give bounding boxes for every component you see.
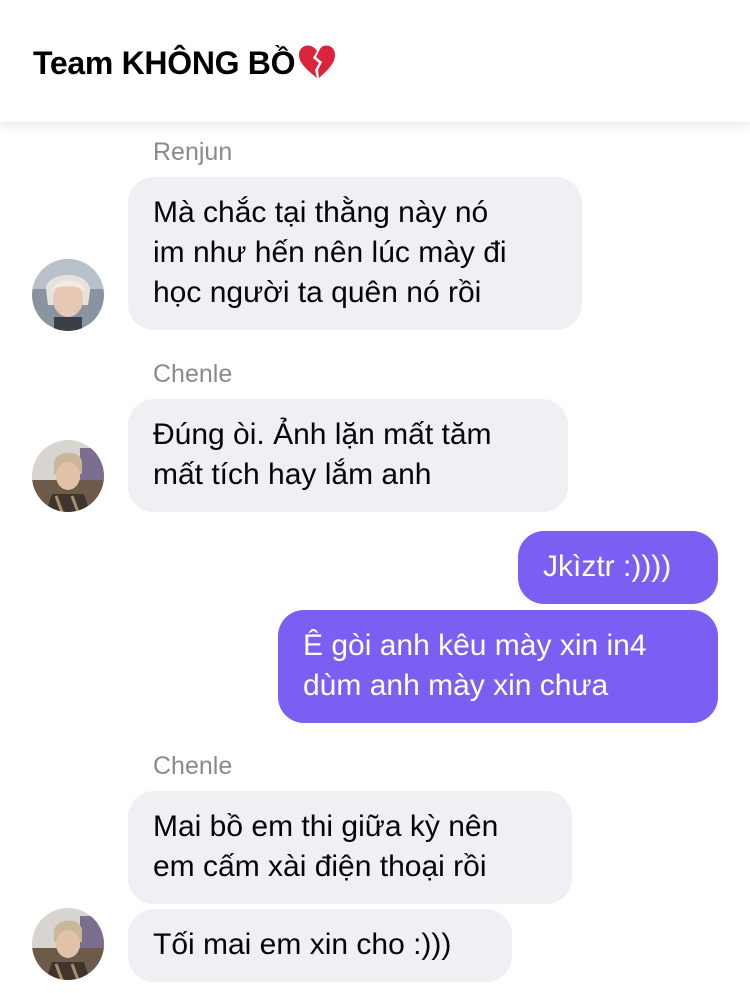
sender-name: Chenle bbox=[153, 752, 233, 780]
message-list[interactable]: Renjun Mà chắc tại thằng này nó im như h… bbox=[0, 122, 750, 993]
message-bubble[interactable]: Jkìztr :)))) bbox=[518, 531, 718, 604]
message-bubble[interactable]: Mà chắc tại thằng này nó im như hến nên … bbox=[128, 177, 582, 330]
sender-name: Renjun bbox=[153, 138, 233, 166]
broken-heart-icon bbox=[297, 44, 337, 88]
avatar-chenle[interactable] bbox=[32, 440, 104, 512]
message-bubble[interactable]: Đúng òi. Ảnh lặn mất tăm mất tích hay lắ… bbox=[128, 399, 568, 512]
message-bubble[interactable]: Ê gòi anh kêu mày xin in4 dùm anh mày xi… bbox=[278, 610, 718, 723]
conversation-title[interactable]: Team KHÔNG BỒ bbox=[33, 44, 337, 88]
chat-header: Team KHÔNG BỒ bbox=[0, 0, 750, 122]
sender-name: Chenle bbox=[153, 360, 233, 388]
avatar-renjun[interactable] bbox=[32, 259, 104, 331]
conversation-title-text: Team KHÔNG BỒ bbox=[33, 45, 296, 81]
message-bubble[interactable]: Mai bồ em thi giữa kỳ nên em cấm xài điệ… bbox=[128, 791, 572, 904]
message-bubble[interactable]: Tối mai em xin cho :))) bbox=[128, 909, 512, 982]
avatar-chenle[interactable] bbox=[32, 908, 104, 980]
